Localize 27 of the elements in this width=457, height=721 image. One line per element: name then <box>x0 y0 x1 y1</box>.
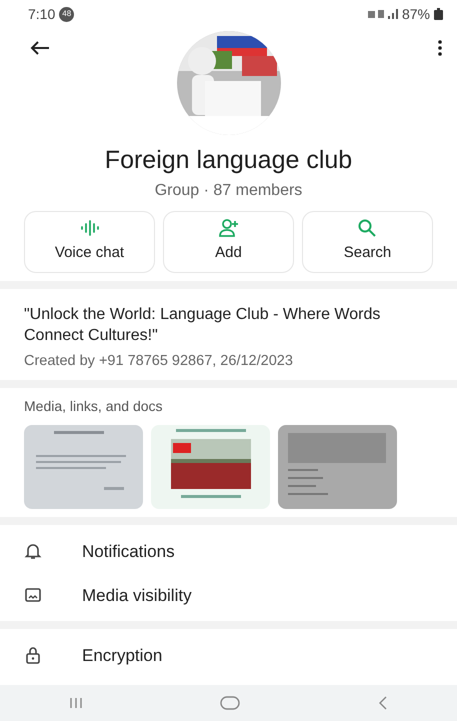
bell-icon <box>24 542 42 560</box>
add-button[interactable]: Add <box>163 211 294 273</box>
more-icon[interactable] <box>438 40 442 56</box>
group-description: "Unlock the World: Language Club - Where Words Connect Cultures!" <box>24 305 382 346</box>
settings-item[interactable]: Media visibility <box>82 582 192 608</box>
battery-percent: 87% <box>402 4 430 24</box>
group-subtitle: Group · 87 members <box>154 181 304 201</box>
recent-apps-icon[interactable] <box>68 697 83 709</box>
signal-icon <box>368 8 398 20</box>
settings-item[interactable]: Encryption <box>82 642 162 668</box>
created-info: Created by +91 78765 92867, 26/12/2023 <box>24 352 294 371</box>
back-nav-icon[interactable] <box>378 696 388 710</box>
home-icon[interactable] <box>220 696 240 710</box>
status-time: 7:10 <box>28 4 56 24</box>
voice-chat-button[interactable]: Voice chat <box>24 211 155 273</box>
group-name: Foreign language club <box>104 145 354 175</box>
search-button[interactable]: Search <box>302 211 433 273</box>
battery-icon <box>434 8 443 20</box>
search-icon <box>356 218 378 238</box>
add-person-icon <box>218 218 240 238</box>
lock-icon <box>24 646 42 664</box>
image-icon <box>24 586 42 604</box>
soundwave-icon <box>78 218 100 238</box>
section-title[interactable]: Media, links, and docs <box>24 396 433 418</box>
settings-item[interactable]: Notifications <box>82 538 175 564</box>
notification-count: 48 <box>59 6 74 22</box>
back-icon[interactable] <box>30 40 50 56</box>
